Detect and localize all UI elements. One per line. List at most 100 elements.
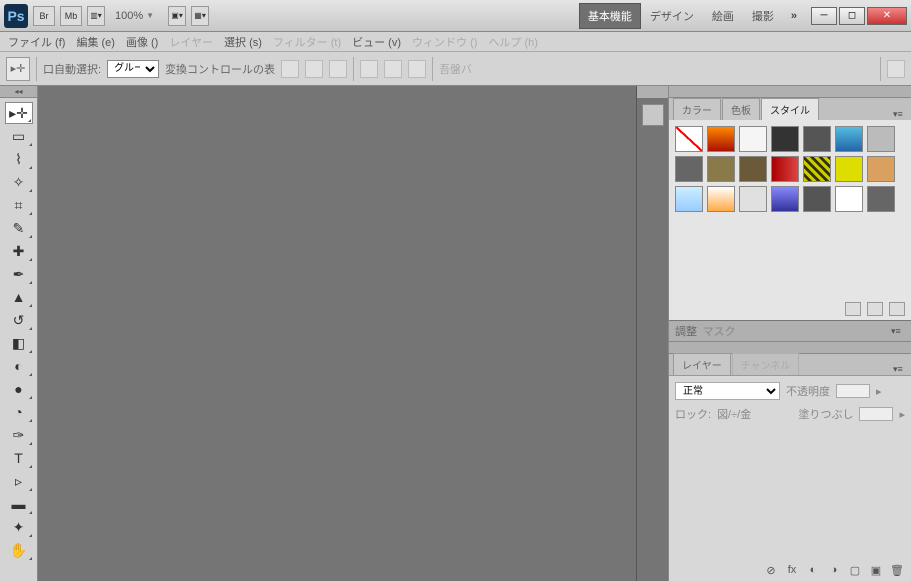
current-tool-icon[interactable]: ▸✛ [6,57,30,81]
dodge-tool[interactable]: ◔ [5,401,33,423]
path-tool[interactable]: ▹ [5,470,33,492]
gradient-tool[interactable]: ◐ [5,355,33,377]
distribute-icon[interactable] [408,60,426,78]
style-swatch[interactable] [771,126,799,152]
eyedropper-tool[interactable]: ✎ [5,217,33,239]
menu-edit[interactable]: 編集 (e) [72,32,119,52]
panel-menu-icon[interactable]: ▾≡ [893,109,907,120]
menu-filter[interactable]: フィルター (t) [269,32,345,52]
menu-image[interactable]: 画像 () [122,32,162,52]
style-swatch[interactable] [739,156,767,182]
brush-tool[interactable]: ✒ [5,263,33,285]
marquee-tool[interactable]: ▭ [5,125,33,147]
menu-help[interactable]: ヘルプ (h) [484,32,542,52]
align-icon[interactable] [281,60,299,78]
menu-layer[interactable]: レイヤー [165,32,217,52]
styles-trash-icon[interactable] [889,302,905,316]
adjust-panel-head[interactable]: 調整 マスク ▾≡ [669,320,911,342]
menu-file[interactable]: ファイル (f) [4,32,69,52]
heal-tool[interactable]: ✚ [5,240,33,262]
align-icon[interactable] [305,60,323,78]
tab-layers[interactable]: レイヤー [673,353,731,375]
fill-slider[interactable] [859,407,893,421]
tab-styles[interactable]: スタイル [761,98,819,120]
style-swatch[interactable] [675,126,703,152]
pen-tool[interactable]: ✑ [5,424,33,446]
mask-icon[interactable]: ◐ [805,563,821,577]
style-swatch[interactable] [707,186,735,212]
style-swatch[interactable] [707,156,735,182]
fx-icon[interactable]: fx [784,563,800,577]
arrange-dropdown[interactable]: ▥▾ [87,6,105,26]
style-swatch[interactable] [771,186,799,212]
menu-view[interactable]: ビュー (v) [348,32,405,52]
stamp-tool[interactable]: ▲ [5,286,33,308]
bridge-button[interactable]: Br [33,6,55,26]
align-icon[interactable] [329,60,347,78]
tab-color[interactable]: カラー [673,98,721,120]
minimize-button[interactable]: ─ [811,7,837,25]
blur-tool[interactable]: ● [5,378,33,400]
dock-icon[interactable] [642,104,664,126]
wand-tool[interactable]: ✧ [5,171,33,193]
canvas-area[interactable] [38,86,636,581]
close-button[interactable]: ✕ [867,7,907,25]
workspace-photo[interactable]: 撮影 [743,3,783,29]
blend-mode-select[interactable]: 正常 [675,382,780,400]
crop-tool[interactable]: ⌗ [5,194,33,216]
opacity-slider[interactable] [836,384,870,398]
style-swatch[interactable] [771,156,799,182]
style-swatch[interactable] [707,126,735,152]
style-swatch[interactable] [867,186,895,212]
style-swatch[interactable] [835,126,863,152]
distribute-icon[interactable] [360,60,378,78]
history-brush-tool[interactable]: ↺ [5,309,33,331]
lasso-tool[interactable]: ⌇ [5,148,33,170]
style-swatch[interactable] [803,126,831,152]
workspace-basic[interactable]: 基本機能 [579,3,641,29]
3d-tool[interactable]: ✦ [5,516,33,538]
zoom-level[interactable]: 100% [115,10,143,22]
panel-grip[interactable] [669,86,911,98]
style-swatch[interactable] [803,186,831,212]
panel-menu-icon[interactable]: ▾≡ [893,364,907,375]
opt-extra-icon[interactable] [887,60,905,78]
link-icon[interactable]: ⊘ [763,563,779,577]
style-swatch[interactable] [739,186,767,212]
shape-tool[interactable]: ▬ [5,493,33,515]
move-tool[interactable]: ▸✛ [5,102,33,124]
lock-icons[interactable]: 図/÷/金 [717,406,751,422]
folder-icon[interactable]: ▢ [847,563,863,577]
tab-channels[interactable]: チャンネル [732,353,800,375]
style-swatch[interactable] [835,186,863,212]
trash-icon[interactable]: 🗑 [889,563,905,577]
minibridge-button[interactable]: Mb [60,6,82,26]
style-swatch[interactable] [803,156,831,182]
workspace-paint[interactable]: 絵画 [703,3,743,29]
style-swatch[interactable] [739,126,767,152]
distribute-icon[interactable] [384,60,402,78]
styles-stop-icon[interactable] [845,302,861,316]
adjust-icon[interactable]: ◑ [826,563,842,577]
style-swatch[interactable] [867,156,895,182]
new-layer-icon[interactable]: ▣ [868,563,884,577]
eraser-tool[interactable]: ◧ [5,332,33,354]
more-icon[interactable]: » [791,10,797,22]
type-tool[interactable]: T [5,447,33,469]
screenmode-dropdown[interactable]: ▣▾ [168,6,186,26]
menu-window[interactable]: ウィンドウ () [408,32,481,52]
tab-mask[interactable]: マスク [703,323,736,339]
panel-menu-icon[interactable]: ▾≡ [891,326,905,337]
tab-swatches[interactable]: 色板 [722,98,760,120]
autoselect-dropdown[interactable]: グループ [107,60,159,78]
style-swatch[interactable] [835,156,863,182]
workspace-design[interactable]: デザイン [641,3,703,29]
menu-select[interactable]: 選択 (s) [220,32,266,52]
maximize-button[interactable]: ◻ [839,7,865,25]
style-swatch[interactable] [867,126,895,152]
dock-grip[interactable] [637,86,668,98]
style-swatch[interactable] [675,186,703,212]
hand-tool[interactable]: ✋ [5,539,33,561]
style-swatch[interactable] [675,156,703,182]
styles-new-icon[interactable] [867,302,883,316]
